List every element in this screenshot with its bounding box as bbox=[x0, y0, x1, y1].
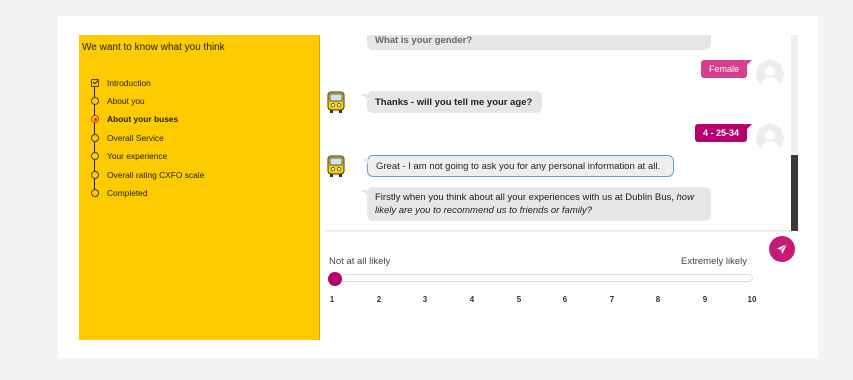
bus-bot-icon bbox=[327, 155, 345, 177]
chat-scrollbar[interactable] bbox=[791, 35, 798, 231]
step-about-you: About you bbox=[91, 95, 145, 107]
step-label: Your experience bbox=[107, 151, 168, 161]
scale-tick: 2 bbox=[376, 295, 382, 304]
bot-message-age: Thanks - will you tell me your age? bbox=[361, 91, 542, 113]
scale-tick: 3 bbox=[422, 295, 428, 304]
step-label: Completed bbox=[107, 188, 148, 198]
user-avatar-icon bbox=[756, 60, 784, 88]
message-text: Thanks - will you tell me your age? bbox=[375, 96, 533, 108]
chat-log[interactable]: What is your gender? Female Thanks - wil… bbox=[320, 35, 792, 231]
sidebar-title: We want to know what you think bbox=[82, 42, 225, 53]
scale-tick: 9 bbox=[702, 295, 708, 304]
rating-slider-thumb[interactable] bbox=[328, 272, 342, 286]
scrollbar-thumb[interactable] bbox=[791, 155, 798, 231]
rating-slider-track[interactable] bbox=[330, 274, 753, 282]
step-label: About you bbox=[107, 96, 145, 106]
scale-tick: 7 bbox=[609, 295, 615, 304]
scale-min-label: Not at all likely bbox=[329, 256, 391, 267]
circle-icon bbox=[91, 152, 99, 160]
bot-message-gender: What is your gender? bbox=[367, 35, 711, 50]
circle-icon bbox=[91, 97, 99, 105]
scale-tick: 6 bbox=[562, 295, 568, 304]
scale-tick: 5 bbox=[516, 295, 522, 304]
user-answer-gender: Female bbox=[701, 60, 752, 78]
check-icon bbox=[91, 79, 99, 87]
message-text: Firstly when you think about all your ex… bbox=[375, 192, 674, 203]
send-button[interactable] bbox=[769, 236, 795, 262]
step-label: About your buses bbox=[107, 114, 179, 124]
circle-icon bbox=[91, 171, 99, 179]
divider bbox=[325, 230, 790, 232]
scale-max-label: Extremely likely bbox=[681, 256, 747, 267]
step-label: Introduction bbox=[107, 78, 151, 88]
message-italic-text: how bbox=[676, 192, 694, 203]
message-text: Great - I am not going to ask you for an… bbox=[376, 160, 661, 172]
scale-tick: 4 bbox=[469, 295, 475, 304]
step-about-your-buses: About your buses bbox=[91, 113, 178, 125]
step-overall-rating: Overall rating CXFO scale bbox=[91, 169, 204, 181]
step-overall-service: Overall Service bbox=[91, 132, 164, 144]
circle-icon bbox=[91, 189, 99, 197]
progress-sidebar: We want to know what you think Introduct… bbox=[79, 35, 320, 340]
circle-icon bbox=[91, 134, 99, 142]
user-avatar-icon bbox=[756, 124, 784, 152]
bus-bot-icon bbox=[327, 91, 345, 113]
bot-message-recommend: Firstly when you think about all your ex… bbox=[361, 187, 711, 221]
send-icon bbox=[777, 243, 788, 254]
step-completed: Completed bbox=[91, 187, 148, 199]
scale-tick: 8 bbox=[655, 295, 661, 304]
step-your-experience: Your experience bbox=[91, 150, 167, 162]
bot-message-privacy: Great - I am not going to ask you for an… bbox=[362, 155, 674, 177]
answer-text: Female bbox=[708, 64, 739, 74]
step-label: Overall rating CXFO scale bbox=[107, 170, 205, 180]
scale-tick: 1 bbox=[329, 295, 335, 304]
scale-tick: 10 bbox=[747, 295, 757, 304]
message-text: What is your gender? bbox=[375, 35, 473, 46]
current-step-icon bbox=[91, 115, 99, 123]
answer-text: 4 - 25-34 bbox=[702, 128, 740, 138]
user-answer-age: 4 - 25-34 bbox=[695, 124, 752, 142]
message-italic-text: likely are you to recommend us to friend… bbox=[375, 205, 593, 216]
step-introduction: Introduction bbox=[91, 77, 151, 89]
step-label: Overall Service bbox=[107, 133, 164, 143]
